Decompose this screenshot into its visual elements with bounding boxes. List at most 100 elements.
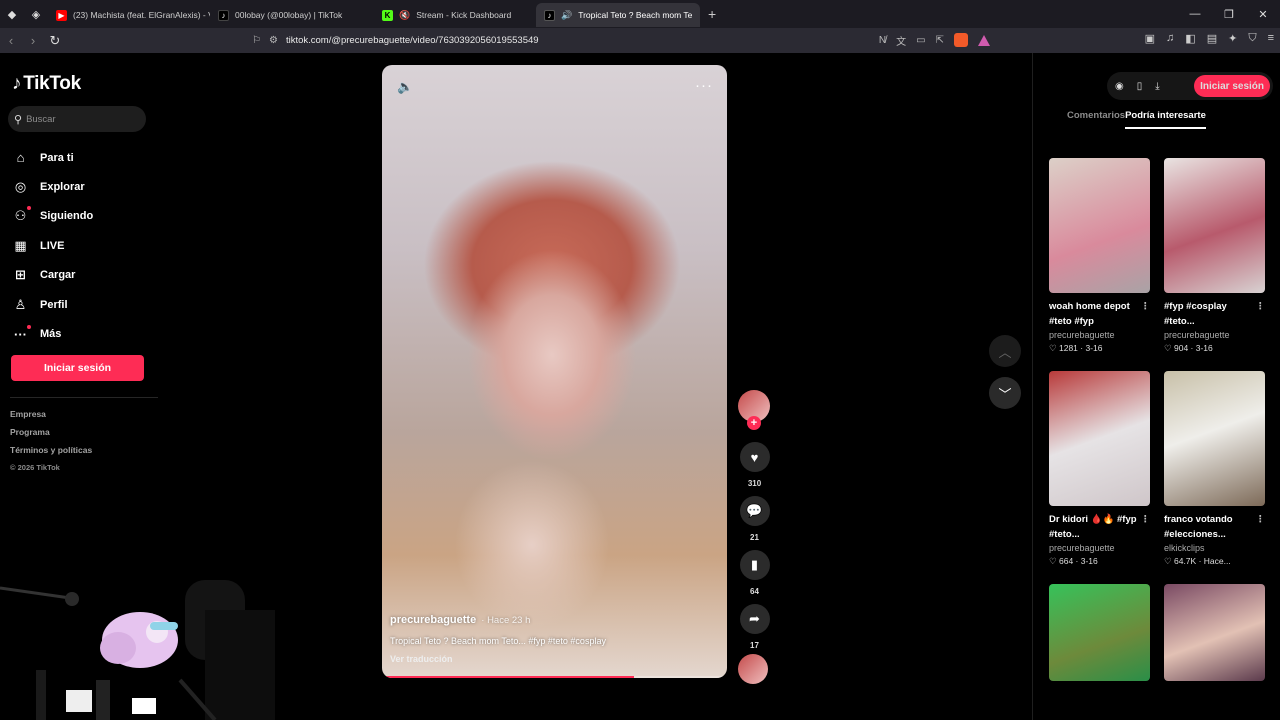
menu-item-perfil[interactable]: ♙ Perfil bbox=[12, 290, 93, 319]
save-action[interactable]: ▮ 64 bbox=[738, 550, 771, 596]
browser-tab-1[interactable]: ♪ 00lobay (@00lobay) | TikTok bbox=[210, 3, 374, 27]
stream-overlay-decoration bbox=[0, 580, 275, 720]
brave-menu-icon[interactable]: ◆ bbox=[0, 0, 24, 28]
search-input[interactable]: ⚲ Buscar bbox=[8, 106, 146, 132]
tab-comentarios[interactable]: Comentarios bbox=[1067, 110, 1125, 129]
bookmark-icon[interactable]: ⚐ bbox=[252, 35, 261, 46]
card-more-icon[interactable]: ⋮ bbox=[1141, 299, 1151, 314]
sidebar-toggle-icon[interactable]: ◧ bbox=[1185, 32, 1195, 45]
next-video-button[interactable]: ﹀ bbox=[989, 377, 1021, 409]
cast-icon[interactable]: ▭ bbox=[916, 35, 925, 46]
footer-link-empresa[interactable]: Empresa bbox=[10, 409, 92, 427]
vpn-icon[interactable]: ⛉ bbox=[1248, 32, 1256, 45]
heart-outline-icon: ♡ bbox=[1164, 556, 1174, 566]
card-thumbnail[interactable] bbox=[1164, 371, 1265, 506]
card-thumbnail[interactable] bbox=[1049, 158, 1150, 293]
music-disc-icon[interactable] bbox=[738, 654, 768, 684]
recommended-card[interactable] bbox=[1164, 584, 1265, 681]
maximize-button[interactable]: ❐ bbox=[1212, 8, 1246, 21]
url-text[interactable]: tiktok.com/@precurebaguette/video/763039… bbox=[286, 35, 539, 46]
creator-avatar[interactable]: + bbox=[738, 390, 770, 430]
forward-button[interactable]: › bbox=[22, 33, 44, 48]
coin-icon[interactable]: ◉ bbox=[1115, 81, 1124, 92]
tiktok-logo[interactable]: ♪ TikTok bbox=[12, 73, 81, 95]
follow-plus-icon[interactable]: + bbox=[747, 416, 761, 430]
footer-link-programa[interactable]: Programa bbox=[10, 427, 92, 445]
menu-item-live[interactable]: ▦ LIVE bbox=[12, 231, 93, 260]
menu-item-cargar[interactable]: ⊞ Cargar bbox=[12, 261, 93, 290]
back-button[interactable]: ‹ bbox=[0, 33, 22, 48]
like-action[interactable]: ♥ 310 bbox=[738, 442, 771, 488]
translate-link[interactable]: Ver traducción bbox=[390, 654, 453, 664]
video-author[interactable]: precurebaguette bbox=[390, 614, 476, 626]
music-icon[interactable]: ♫ bbox=[1166, 32, 1174, 45]
share-arrow-icon[interactable]: ➦ bbox=[739, 604, 770, 634]
more-options-icon[interactable]: ··· bbox=[695, 77, 713, 94]
recommended-card[interactable]: Dr kidori 🩸🔥 #fyp #teto... ⋮ precurebague… bbox=[1049, 371, 1150, 567]
card-more-icon[interactable]: ⋮ bbox=[1256, 299, 1266, 314]
card-author[interactable]: precurebaguette bbox=[1164, 330, 1265, 340]
media-icon[interactable]: ▣ bbox=[1145, 32, 1155, 45]
browser-tab-0[interactable]: ▶ (23) Machista (feat. ElGranAlexis) - V bbox=[48, 3, 210, 27]
close-window-button[interactable]: ✕ bbox=[1246, 8, 1280, 21]
leo-ai-icon[interactable]: ✦ bbox=[1228, 32, 1237, 45]
login-button[interactable]: Iniciar sesión bbox=[11, 355, 144, 381]
bookmark-icon[interactable]: ▮ bbox=[739, 550, 770, 580]
tab-search-icon[interactable]: ◈ bbox=[24, 0, 48, 28]
new-tab-button[interactable]: + bbox=[700, 6, 724, 22]
comment-action[interactable]: 💬 21 bbox=[738, 496, 771, 542]
minimize-button[interactable]: — bbox=[1178, 8, 1212, 21]
browser-tab-3[interactable]: ♪ 🔊 Tropical Teto ? Beach mom Te ✕ bbox=[536, 3, 700, 27]
video-player[interactable]: 🔈 ··· precurebaguette · Hace 23 h Tropic… bbox=[382, 65, 727, 678]
menu-item-mas[interactable]: ··· Más bbox=[12, 319, 93, 348]
recommended-card[interactable]: #fyp #cosplay #teto... ⋮ precurebaguette … bbox=[1164, 158, 1265, 354]
share-action[interactable]: ➦ 17 bbox=[738, 604, 771, 650]
previous-video-button[interactable]: ︿ bbox=[989, 335, 1021, 367]
top-login-button[interactable]: Iniciar sesión bbox=[1194, 75, 1270, 97]
logo-text: TikTok bbox=[23, 73, 81, 94]
card-thumbnail[interactable] bbox=[1049, 584, 1150, 681]
card-title[interactable]: #fyp #cosplay #teto... ⋮ bbox=[1164, 299, 1265, 329]
video-author-line[interactable]: precurebaguette · Hace 23 h bbox=[390, 614, 530, 626]
phone-icon[interactable]: ▯ bbox=[1137, 81, 1143, 92]
url-bar[interactable]: ⚐ ⚙ tiktok.com/@precurebaguette/video/76… bbox=[252, 29, 1000, 51]
card-thumbnail[interactable] bbox=[1164, 584, 1265, 681]
card-author[interactable]: precurebaguette bbox=[1049, 543, 1150, 553]
card-author[interactable]: elkickclips bbox=[1164, 543, 1265, 553]
card-title[interactable]: woah home depot #teto #fyp ⋮ bbox=[1049, 299, 1150, 329]
browser-tab-2[interactable]: K 🔇 Stream - Kick Dashboard bbox=[374, 3, 536, 27]
brave-shields-icon[interactable] bbox=[954, 33, 968, 47]
recommended-card[interactable]: franco votando #elecciones... ⋮ elkickcli… bbox=[1164, 371, 1265, 567]
heart-icon[interactable]: ♥ bbox=[739, 442, 770, 472]
menu-icon[interactable]: ≡ bbox=[1268, 32, 1274, 45]
card-more-icon[interactable]: ⋮ bbox=[1256, 512, 1266, 527]
copyright-text: © 2026 TikTok bbox=[10, 463, 60, 472]
menu-label: Para ti bbox=[40, 151, 74, 164]
recommended-card[interactable] bbox=[1049, 584, 1150, 681]
card-title[interactable]: franco votando #elecciones... ⋮ bbox=[1164, 512, 1265, 542]
menu-item-para-ti[interactable]: ⌂ Para ti bbox=[12, 143, 93, 172]
translate-icon[interactable]: 文 bbox=[896, 33, 906, 48]
menu-item-siguiendo[interactable]: ⚇ Siguiendo bbox=[12, 202, 93, 231]
card-more-icon[interactable]: ⋮ bbox=[1141, 512, 1151, 527]
menu-item-explorar[interactable]: ◎ Explorar bbox=[12, 172, 93, 201]
no-translate-icon[interactable]: N̸ bbox=[879, 35, 886, 46]
brave-rewards-icon[interactable] bbox=[978, 34, 990, 46]
search-placeholder: Buscar bbox=[26, 113, 56, 125]
card-thumbnail[interactable] bbox=[1049, 371, 1150, 506]
download-icon[interactable]: ⤓ bbox=[1155, 81, 1159, 92]
volume-icon[interactable]: 🔈 bbox=[397, 79, 413, 95]
footer-link-terminos[interactable]: Términos y políticas bbox=[10, 445, 92, 463]
card-title[interactable]: Dr kidori 🩸🔥 #fyp #teto... ⋮ bbox=[1049, 512, 1150, 542]
card-author[interactable]: precurebaguette bbox=[1049, 330, 1150, 340]
comment-icon[interactable]: 💬 bbox=[739, 496, 770, 526]
video-progress-bar[interactable] bbox=[382, 676, 727, 678]
reload-button[interactable]: ↻ bbox=[44, 33, 66, 49]
wallet-icon[interactable]: ▤ bbox=[1207, 32, 1217, 45]
tab-podria-interesarte[interactable]: Podría interesarte bbox=[1125, 110, 1206, 129]
share-icon[interactable]: ⇱ bbox=[936, 35, 944, 46]
recommended-card[interactable]: woah home depot #teto #fyp ⋮ precurebague… bbox=[1049, 158, 1150, 354]
browser-tabbar: ◆ ◈ ▶ (23) Machista (feat. ElGranAlexis)… bbox=[0, 0, 1280, 28]
card-thumbnail[interactable] bbox=[1164, 158, 1265, 293]
site-info-icon[interactable]: ⚙ bbox=[269, 35, 278, 46]
